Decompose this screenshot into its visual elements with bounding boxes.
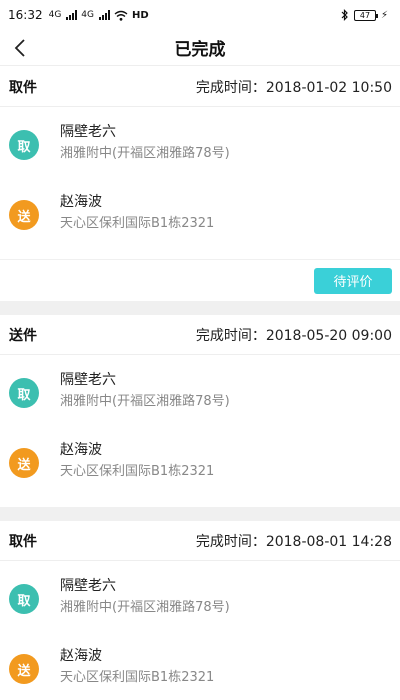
order-type: 取件 — [9, 533, 37, 550]
pickup-stop: 取 隔壁老六 湘雅附中(开福区湘雅路78号) — [0, 573, 400, 643]
pickup-badge: 取 — [9, 378, 39, 408]
pickup-address: 湘雅附中(开福区湘雅路78号) — [60, 394, 230, 409]
deliver-address: 天心区保利国际B1栋2321 — [60, 216, 215, 231]
order-list: 取件 完成时间：2018-01-02 10:50 取 隔壁老六 湘雅附中(开福区… — [0, 67, 400, 700]
deliver-badge: 送 — [9, 654, 39, 684]
route-stops: 取 隔壁老六 湘雅附中(开福区湘雅路78号) 送 赵海波 天心区保利国际B1栋2… — [0, 355, 400, 507]
order-header: 取件 完成时间：2018-01-02 10:50 — [0, 67, 400, 107]
pickup-stop: 取 隔壁老六 湘雅附中(开福区湘雅路78号) — [0, 367, 400, 437]
order-card[interactable]: 送件 完成时间：2018-05-20 09:00 取 隔壁老六 湘雅附中(开福区… — [0, 315, 400, 507]
pickup-info: 隔壁老六 湘雅附中(开福区湘雅路78号) — [60, 119, 230, 164]
deliver-info: 赵海波 天心区保利国际B1栋2321 — [60, 437, 214, 482]
order-header: 取件 完成时间：2018-08-01 14:28 — [0, 521, 400, 561]
signal-icon-2 — [99, 10, 110, 20]
pickup-address: 湘雅附中(开福区湘雅路78号) — [60, 146, 230, 161]
pickup-name: 隔壁老六 — [60, 124, 116, 140]
order-type: 取件 — [9, 79, 37, 96]
deliver-name: 赵海波 — [60, 648, 102, 664]
deliver-stop: 送 赵海波 天心区保利国际B1栋2321 — [0, 437, 400, 507]
deliver-name: 赵海波 — [60, 194, 102, 210]
deliver-info: 赵海波 天心区保利国际B1栋2321 — [60, 643, 214, 688]
route-stops: 取 隔壁老六 湘雅附中(开福区湘雅路78号) 送 赵海波 天心区保利国际B1栋2… — [0, 107, 400, 259]
order-footer: 待评价 — [0, 259, 400, 301]
signal-label-1: 4G — [48, 10, 62, 20]
order-type: 送件 — [9, 327, 37, 344]
signal-label-2: 4G — [81, 10, 94, 20]
pickup-badge: 取 — [9, 130, 39, 160]
pickup-name: 隔壁老六 — [60, 578, 116, 594]
deliver-info: 赵海波 天心区保利国际B1栋2321 — [60, 189, 214, 234]
bluetooth-icon — [341, 9, 348, 21]
completion-time: 完成时间：2018-05-20 09:00 — [195, 327, 392, 344]
battery-icon: 47 — [353, 9, 378, 21]
deliver-address: 天心区保利国际B1栋2321 — [60, 670, 215, 685]
pickup-address: 湘雅附中(开福区湘雅路78号) — [60, 600, 230, 615]
status-bar: 16:32 4G 4G HD 47 ⚡ — [0, 0, 400, 30]
deliver-stop: 送 赵海波 天心区保利国际B1栋2321 — [0, 189, 400, 259]
chevron-left-icon[interactable] — [10, 38, 30, 58]
deliver-stop: 送 赵海波 天心区保利国际B1栋2321 — [0, 643, 400, 700]
section-divider — [0, 301, 400, 315]
deliver-name: 赵海波 — [60, 442, 102, 458]
section-divider — [0, 507, 400, 521]
deliver-badge: 送 — [9, 200, 39, 230]
status-time: 16:32 — [8, 8, 43, 22]
signal-icon-1 — [66, 10, 78, 20]
pickup-info: 隔壁老六 湘雅附中(开福区湘雅路78号) — [60, 573, 230, 618]
bolt-icon: ⚡ — [380, 9, 388, 21]
completion-time: 完成时间：2018-01-02 10:50 — [195, 79, 392, 96]
battery-level: 47 — [359, 10, 371, 20]
deliver-address: 天心区保利国际B1栋2321 — [60, 464, 215, 479]
route-stops: 取 隔壁老六 湘雅附中(开福区湘雅路78号) 送 赵海波 天心区保利国际B1栋2… — [0, 561, 400, 700]
wifi-icon — [114, 10, 128, 21]
pickup-name: 隔壁老六 — [60, 372, 116, 388]
network-type: HD — [132, 9, 149, 21]
page-title: 已完成 — [174, 40, 226, 60]
nav-bar: 已完成 — [0, 30, 400, 66]
completion-time: 完成时间：2018-08-01 14:28 — [195, 533, 392, 550]
pickup-badge: 取 — [9, 584, 39, 614]
status-left: 16:32 4G 4G HD — [8, 8, 149, 22]
deliver-badge: 送 — [9, 448, 39, 478]
pickup-info: 隔壁老六 湘雅附中(开福区湘雅路78号) — [60, 367, 230, 412]
order-card[interactable]: 取件 完成时间：2018-08-01 14:28 取 隔壁老六 湘雅附中(开福区… — [0, 521, 400, 700]
status-right: 47 ⚡ — [341, 9, 388, 21]
pickup-stop: 取 隔壁老六 湘雅附中(开福区湘雅路78号) — [0, 119, 400, 189]
pending-review-button[interactable]: 待评价 — [314, 267, 392, 294]
order-header: 送件 完成时间：2018-05-20 09:00 — [0, 315, 400, 355]
order-card[interactable]: 取件 完成时间：2018-01-02 10:50 取 隔壁老六 湘雅附中(开福区… — [0, 67, 400, 301]
